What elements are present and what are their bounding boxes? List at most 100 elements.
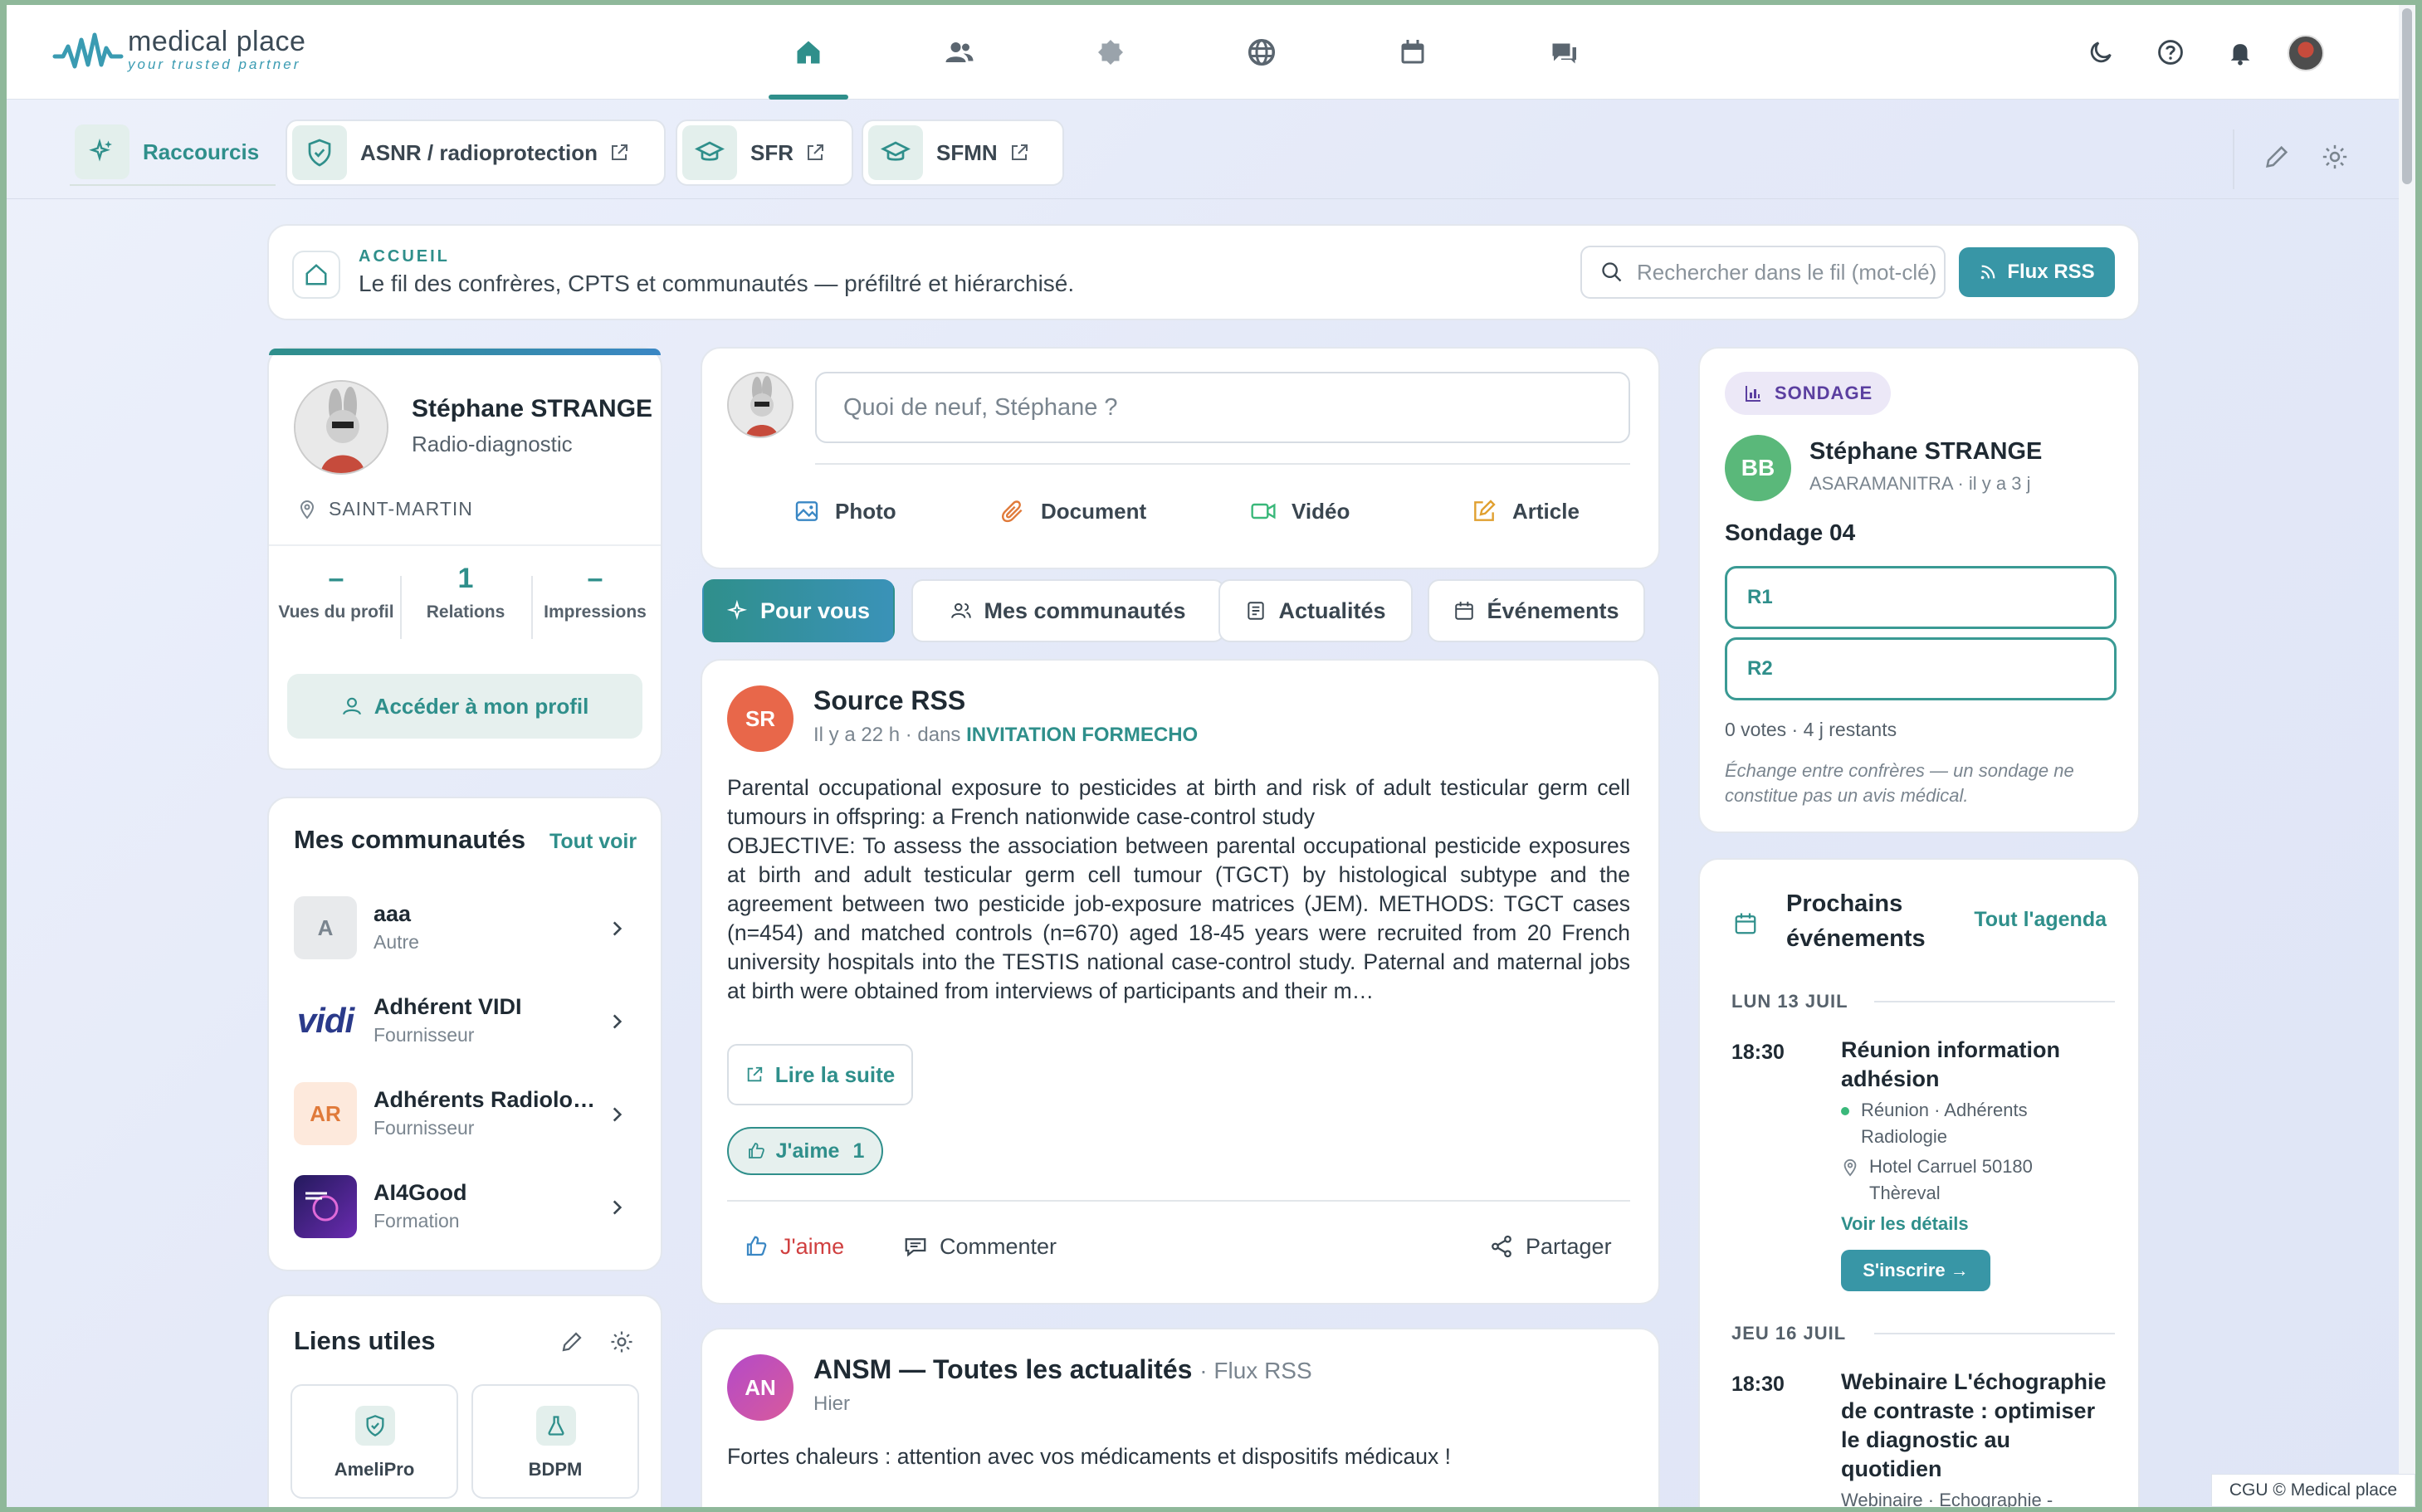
communities-see-all[interactable]: Tout voir (549, 830, 637, 854)
comment-button[interactable]: Commenter (903, 1228, 1057, 1265)
user-icon (342, 697, 361, 715)
share-button[interactable]: Partager (1489, 1228, 1612, 1265)
like-button[interactable]: J'aime (744, 1228, 844, 1265)
sparkles-icon (75, 124, 129, 179)
poll-meta: ASARAMANITRA · il y a 3 j (1809, 473, 2031, 494)
community-item[interactable]: AI4Good Formation (294, 1175, 636, 1240)
search-box[interactable] (1580, 246, 1946, 299)
search-input[interactable] (1637, 259, 1936, 285)
event-name[interactable]: Réunion information adhésion (1841, 1036, 2115, 1094)
poll-option[interactable]: R2 (1725, 637, 2117, 700)
tab-my-communities[interactable]: Mes communautés (911, 579, 1225, 642)
avatar[interactable] (2288, 35, 2324, 71)
community-avatar: A (294, 896, 357, 959)
write-article-button[interactable]: Article (1471, 493, 1580, 529)
post-author[interactable]: ANSM — Toutes les actualités (813, 1354, 1192, 1384)
poll-author[interactable]: Stéphane STRANGE (1809, 438, 2042, 466)
footer-legal[interactable]: CGU © Medical place (2211, 1474, 2415, 1507)
gear-icon[interactable] (2321, 143, 2349, 171)
event-register-button[interactable]: S'inscrire → (1841, 1250, 1990, 1291)
post-time: Hier (813, 1393, 851, 1415)
poll-option[interactable]: R1 (1725, 566, 2117, 629)
post-author-line: ANSM — Toutes les actualités · Flux RSS (813, 1354, 1312, 1385)
location-label: SAINT-MARTIN (329, 498, 473, 519)
rss-button[interactable]: Flux RSS (1959, 247, 2115, 297)
add-video-button[interactable]: Vidéo (1250, 493, 1350, 529)
top-navigation: medical place your trusted partner (7, 5, 2415, 100)
notifications-button[interactable] (2221, 33, 2259, 71)
scrollbar-thumb[interactable] (2402, 8, 2412, 184)
profile-specialty: Radio-diagnostic (412, 432, 573, 456)
nav-explore[interactable] (1222, 5, 1301, 100)
community-item[interactable]: AR Adhérents Radiologie Fournisseur (294, 1082, 636, 1147)
tab-events[interactable]: Événements (1428, 579, 1645, 642)
scrollbar[interactable] (2399, 5, 2415, 1507)
shortcut-label: SFMN (936, 139, 998, 165)
view-profile-button[interactable]: Accéder à mon profil (287, 674, 642, 739)
pencil-icon[interactable] (559, 1329, 584, 1354)
pencil-icon[interactable] (2263, 143, 2291, 171)
nav-calendar[interactable] (1373, 5, 1453, 100)
users-icon (945, 42, 974, 62)
stat-impressions: – Impressions (533, 563, 657, 623)
events-see-all[interactable]: Tout l'agenda (1974, 908, 2107, 932)
composer-input[interactable]: Quoi de neuf, Stéphane ? (815, 372, 1630, 443)
divider (1874, 1333, 2115, 1334)
shield-check-icon (355, 1406, 395, 1446)
action-label: Photo (835, 498, 896, 524)
post-body: OBJECTIVE: To assess the association bet… (727, 833, 1630, 1003)
action-label: Document (1041, 498, 1147, 524)
useful-links-title: Liens utiles (294, 1326, 436, 1355)
divider (815, 463, 1630, 465)
chevron-right-icon (613, 921, 623, 936)
day-label: JEU 16 JUIL (1731, 1323, 1847, 1344)
profile-location: SAINT-MARTIN (297, 498, 473, 520)
link-ameli-pro[interactable]: AmeliPro (291, 1384, 458, 1499)
help-button[interactable] (2151, 33, 2190, 71)
post-community-link[interactable]: INVITATION FORMECHO (966, 724, 1198, 746)
tab-news[interactable]: Actualités (1218, 579, 1413, 642)
search-icon (1602, 262, 1622, 282)
shortcut-label: ASNR / radioprotection (360, 139, 598, 165)
add-photo-button[interactable]: Photo (793, 493, 896, 529)
event-details-link[interactable]: Voir les détails (1841, 1213, 1969, 1235)
profile-avatar[interactable] (294, 380, 388, 475)
event-time: 18:30 (1731, 1373, 1785, 1396)
rss-icon (1981, 265, 1995, 280)
globe-icon (1248, 38, 1276, 66)
shortcut-asnr[interactable]: ASNR / radioprotection (286, 119, 666, 186)
community-item[interactable]: vidi Adhérent VIDI Fournisseur (294, 989, 636, 1054)
like-count: 1 (852, 1139, 865, 1163)
logo[interactable]: medical place your trusted partner (51, 23, 305, 76)
community-type: Fournisseur (374, 1024, 475, 1046)
read-more-button[interactable]: Lire la suite (727, 1044, 913, 1105)
post-author[interactable]: Source RSS (813, 685, 965, 716)
nav-home[interactable] (769, 5, 848, 100)
link-bdpm[interactable]: BDPM (471, 1384, 639, 1499)
nav-network[interactable] (920, 5, 999, 100)
badge-icon (1098, 40, 1123, 65)
likes-summary[interactable]: J'aime 1 (727, 1127, 883, 1175)
tab-label: Pour vous (759, 597, 871, 623)
event-time: 18:30 (1731, 1041, 1785, 1064)
nav-messages[interactable] (1524, 5, 1604, 100)
shortcuts-button[interactable]: Raccourcis (70, 119, 276, 186)
calendar-icon (1725, 903, 1766, 944)
nav-badges[interactable] (1071, 5, 1150, 100)
add-document-button[interactable]: Document (999, 493, 1146, 529)
tab-label: Mes communautés (984, 597, 1186, 623)
users-icon (951, 602, 972, 618)
poll-badge: SONDAGE (1725, 372, 1892, 415)
event-name[interactable]: Webinaire L'échographie de contraste : o… (1841, 1368, 2115, 1484)
gear-icon[interactable] (609, 1329, 634, 1354)
tab-for-you[interactable]: Pour vous (702, 579, 895, 642)
poll-avatar: BB (1725, 435, 1791, 501)
shortcut-sfr[interactable]: SFR (676, 119, 853, 186)
community-item[interactable]: A aaa Autre (294, 896, 636, 961)
post-meta: Il y a 22 h · dans INVITATION FORMECHO (813, 724, 1198, 747)
shortcuts-label: Raccourcis (143, 139, 260, 164)
shortcut-sfmn[interactable]: SFMN (862, 119, 1064, 186)
theme-toggle[interactable] (2082, 33, 2120, 71)
feed-post: AN ANSM — Toutes les actualités · Flux R… (701, 1328, 1660, 1507)
share-icon (1492, 1235, 1511, 1258)
